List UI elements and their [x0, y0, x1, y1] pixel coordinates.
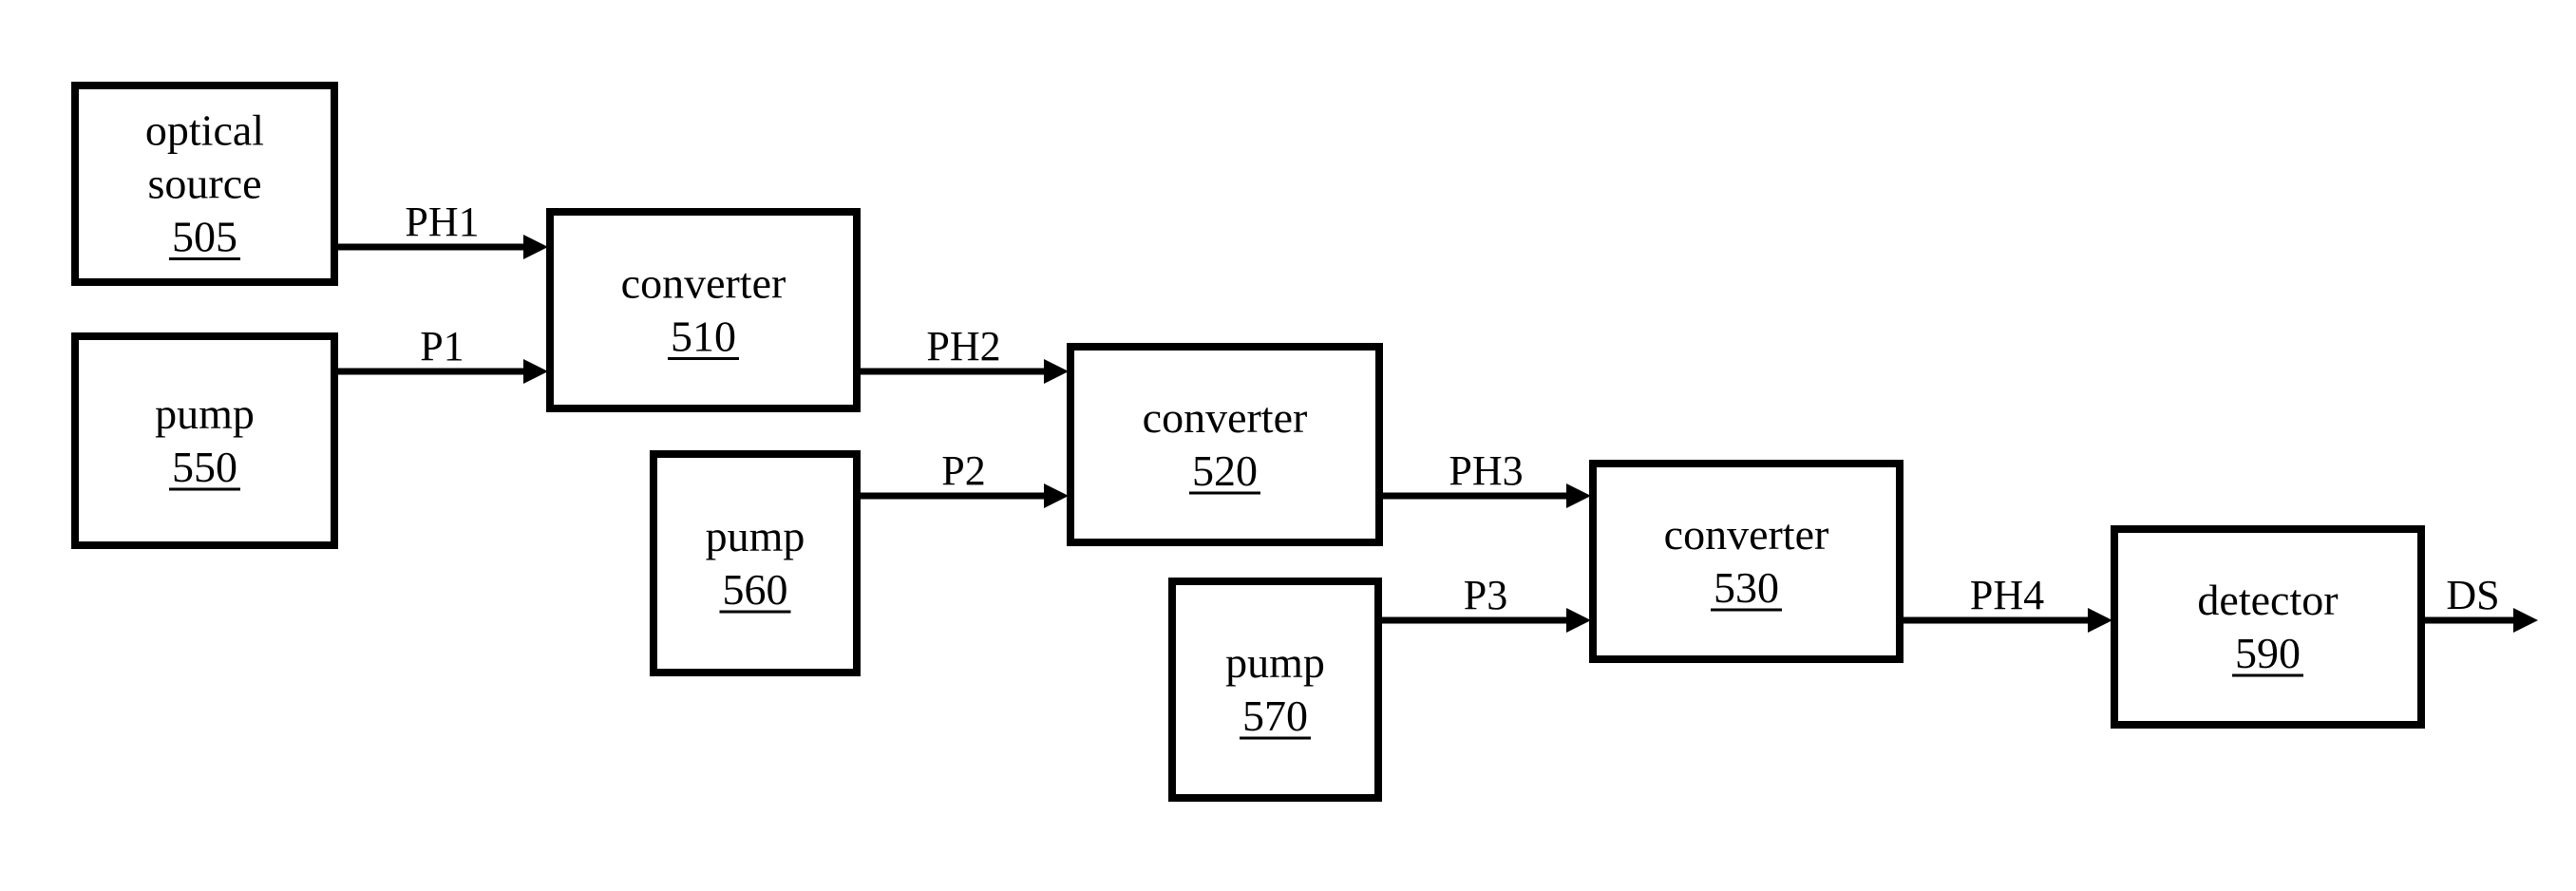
block-reference-number: 505 [172, 213, 237, 261]
arrowhead-icon [1566, 608, 1591, 633]
block-505: optical source 505 [71, 82, 338, 286]
signal-label: P2 [941, 447, 985, 494]
arrowhead-icon [1566, 483, 1591, 508]
block-560: pump 560 [650, 450, 861, 676]
block-reference-number: 550 [172, 443, 237, 491]
signal-label: PH1 [405, 199, 479, 245]
arrowhead-icon [523, 235, 548, 259]
block-border [1589, 460, 1904, 663]
block-550: pump 550 [71, 332, 338, 549]
signal-arrow-ph1: PH1 [336, 199, 548, 259]
arrowhead-icon [523, 359, 548, 384]
signal-label: PH2 [926, 323, 1000, 370]
block-label: pump [155, 389, 255, 438]
signal-arrow-ph2: PH2 [859, 323, 1069, 384]
block-label: pump [1225, 638, 1325, 687]
block-reference-number: 510 [671, 313, 736, 361]
signal-label: PH4 [1970, 572, 2044, 618]
signal-arrow-ph4: PH4 [1902, 572, 2112, 633]
block-border [1067, 343, 1383, 546]
signal-label: DS [2446, 572, 2499, 618]
arrowhead-icon [2513, 608, 2538, 633]
block-570: pump 570 [1168, 578, 1382, 802]
block-reference-number: 590 [2235, 629, 2301, 677]
arrowhead-icon [1044, 359, 1069, 384]
block-reference-number: 520 [1192, 446, 1258, 495]
signal-arrow-p1: P1 [336, 323, 548, 384]
block-590: detector 590 [2111, 525, 2425, 729]
block-reference-number: 530 [1714, 563, 1779, 612]
signal-arrow-p3: P3 [1380, 572, 1591, 633]
block-label: converter [1664, 510, 1829, 559]
signal-arrow-ph3: PH3 [1381, 447, 1591, 508]
signal-arrow-p2: P2 [859, 447, 1069, 508]
arrowhead-icon [1044, 483, 1069, 508]
block-label: converter [1143, 393, 1308, 442]
signal-label: PH3 [1449, 447, 1523, 494]
block-reference-number: 560 [723, 565, 788, 614]
signal-label: P3 [1464, 572, 1507, 618]
block-border [650, 450, 861, 676]
arrowhead-icon [2088, 608, 2112, 633]
block-label: pump [706, 512, 805, 560]
block-border [71, 332, 338, 549]
block-520: converter520 [1067, 343, 1383, 546]
block-510: converter 510 [546, 208, 861, 412]
block-530: converter530 [1589, 460, 1904, 663]
block-border [2111, 525, 2425, 729]
signal-label: P1 [420, 323, 464, 370]
block-label: detector [2197, 576, 2338, 624]
block-label: converter [621, 259, 786, 308]
block-label: optical [145, 106, 264, 155]
block-label: source [147, 160, 261, 208]
block-border [546, 208, 861, 412]
optical-conversion-block-diagram: optical source 505 pump 550 converter 510 pump 5… [71, 82, 2538, 802]
signal-arrow-ds: DS [2423, 572, 2538, 633]
block-border [1168, 578, 1382, 802]
block-reference-number: 570 [1242, 692, 1308, 740]
